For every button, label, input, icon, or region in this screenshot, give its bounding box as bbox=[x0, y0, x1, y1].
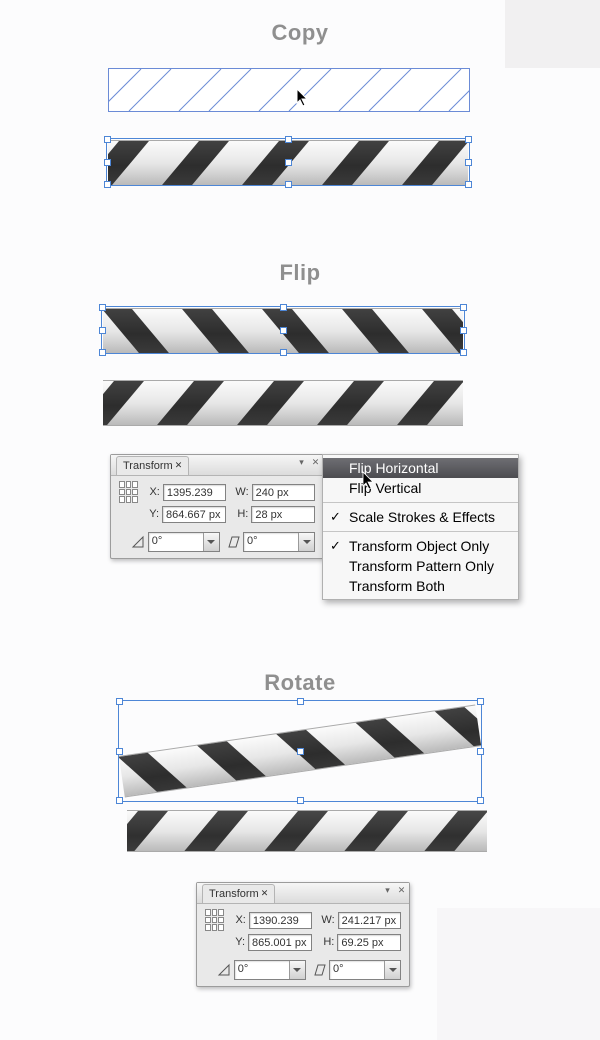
y-field[interactable]: 864.667 px bbox=[162, 506, 226, 523]
w-label: W: bbox=[235, 486, 249, 498]
panel-window-icons: ▾ ✕ bbox=[296, 457, 321, 468]
tab-close-icon[interactable]: ✕ bbox=[175, 460, 183, 470]
w-field[interactable]: 240 px bbox=[252, 484, 315, 501]
h-field[interactable]: 28 px bbox=[251, 506, 315, 523]
rotate-angle-icon bbox=[217, 963, 231, 977]
heading-copy: Copy bbox=[0, 20, 600, 46]
rotate-angle-field[interactable]: 0° bbox=[148, 532, 220, 552]
reference-point-grid[interactable] bbox=[119, 481, 138, 503]
panel-window-icons: ▾ ✕ bbox=[382, 885, 407, 896]
w-label: W: bbox=[321, 914, 335, 926]
menu-item-transform-object[interactable]: ✓Transform Object Only bbox=[323, 536, 518, 556]
x-label: X: bbox=[232, 914, 246, 926]
menu-item-flip-vertical[interactable]: Flip Vertical bbox=[323, 478, 518, 498]
panel-tab[interactable]: Transform✕ bbox=[202, 884, 275, 903]
hazard-bar-flat bbox=[127, 810, 487, 852]
x-field[interactable]: 1390.239 px bbox=[249, 912, 312, 929]
page-shadow-bottom bbox=[437, 908, 600, 1040]
dropdown-arrow-icon[interactable] bbox=[289, 961, 305, 979]
w-field[interactable]: 241.217 px bbox=[338, 912, 401, 929]
x-label: X: bbox=[146, 486, 160, 498]
tab-close-icon[interactable]: ✕ bbox=[261, 888, 269, 898]
panel-body: X: 1395.239 px W: 240 px Y: 864.667 px H… bbox=[111, 476, 323, 558]
heading-flip: Flip bbox=[0, 260, 600, 286]
shear-angle-field[interactable]: 0° bbox=[329, 960, 401, 980]
menu-item-transform-pattern[interactable]: Transform Pattern Only bbox=[323, 556, 518, 576]
dropdown-arrow-icon[interactable] bbox=[298, 533, 314, 551]
y-label: Y: bbox=[231, 936, 245, 948]
panel-menu-icon[interactable]: ▾ bbox=[382, 885, 393, 896]
y-label: Y: bbox=[145, 508, 159, 520]
transform-panel[interactable]: Transform✕ ▾ ✕ X: 1390.239 px W: 241.217… bbox=[196, 882, 410, 987]
panel-tab-label: Transform bbox=[123, 460, 173, 472]
panel-header[interactable]: Transform✕ ▾ ✕ bbox=[197, 883, 409, 904]
h-label: H: bbox=[320, 936, 334, 948]
check-icon: ✓ bbox=[330, 507, 341, 527]
heading-rotate: Rotate bbox=[0, 670, 600, 696]
transform-popup-menu[interactable]: Flip Horizontal Flip Vertical ✓Scale Str… bbox=[322, 454, 519, 600]
rotate-angle-field[interactable]: 0° bbox=[234, 960, 306, 980]
panel-close-icon[interactable]: ✕ bbox=[310, 457, 321, 468]
panel-menu-icon[interactable]: ▾ bbox=[296, 457, 307, 468]
x-field[interactable]: 1395.239 px bbox=[163, 484, 226, 501]
menu-item-flip-horizontal[interactable]: Flip Horizontal bbox=[323, 458, 518, 478]
h-label: H: bbox=[234, 508, 248, 520]
panel-tab-label: Transform bbox=[209, 888, 259, 900]
hazard-bar-copy[interactable] bbox=[108, 140, 468, 186]
hazard-bar-flip-2 bbox=[103, 380, 463, 426]
rotated-bar-group bbox=[120, 700, 480, 800]
menu-item-scale-strokes[interactable]: ✓Scale Strokes & Effects bbox=[323, 507, 518, 527]
check-icon: ✓ bbox=[330, 536, 341, 556]
shear-angle-icon bbox=[312, 963, 326, 977]
reference-point-grid[interactable] bbox=[205, 909, 224, 931]
shear-angle-icon bbox=[226, 535, 240, 549]
menu-separator bbox=[323, 502, 518, 503]
panel-header[interactable]: Transform✕ ▾ ✕ bbox=[111, 455, 323, 476]
rotate-angle-icon bbox=[131, 535, 145, 549]
tutorial-figure: Copy bbox=[0, 0, 600, 1040]
panel-close-icon[interactable]: ✕ bbox=[396, 885, 407, 896]
y-field[interactable]: 865.001 px bbox=[248, 934, 312, 951]
menu-separator bbox=[323, 531, 518, 532]
panel-tab[interactable]: Transform✕ bbox=[116, 456, 189, 475]
hazard-bar-flip-1[interactable] bbox=[103, 308, 463, 354]
dropdown-arrow-icon[interactable] bbox=[203, 533, 219, 551]
wireframe-bar[interactable] bbox=[108, 68, 470, 112]
transform-panel[interactable]: Transform✕ ▾ ✕ X: 1395.239 px W: 240 px … bbox=[110, 454, 324, 559]
menu-item-transform-both[interactable]: Transform Both bbox=[323, 576, 518, 596]
h-field[interactable]: 69.25 px bbox=[337, 934, 401, 951]
shear-angle-field[interactable]: 0° bbox=[243, 532, 315, 552]
dropdown-arrow-icon[interactable] bbox=[384, 961, 400, 979]
hazard-bar-rotated[interactable] bbox=[119, 705, 481, 798]
panel-body: X: 1390.239 px W: 241.217 px Y: 865.001 … bbox=[197, 904, 409, 986]
